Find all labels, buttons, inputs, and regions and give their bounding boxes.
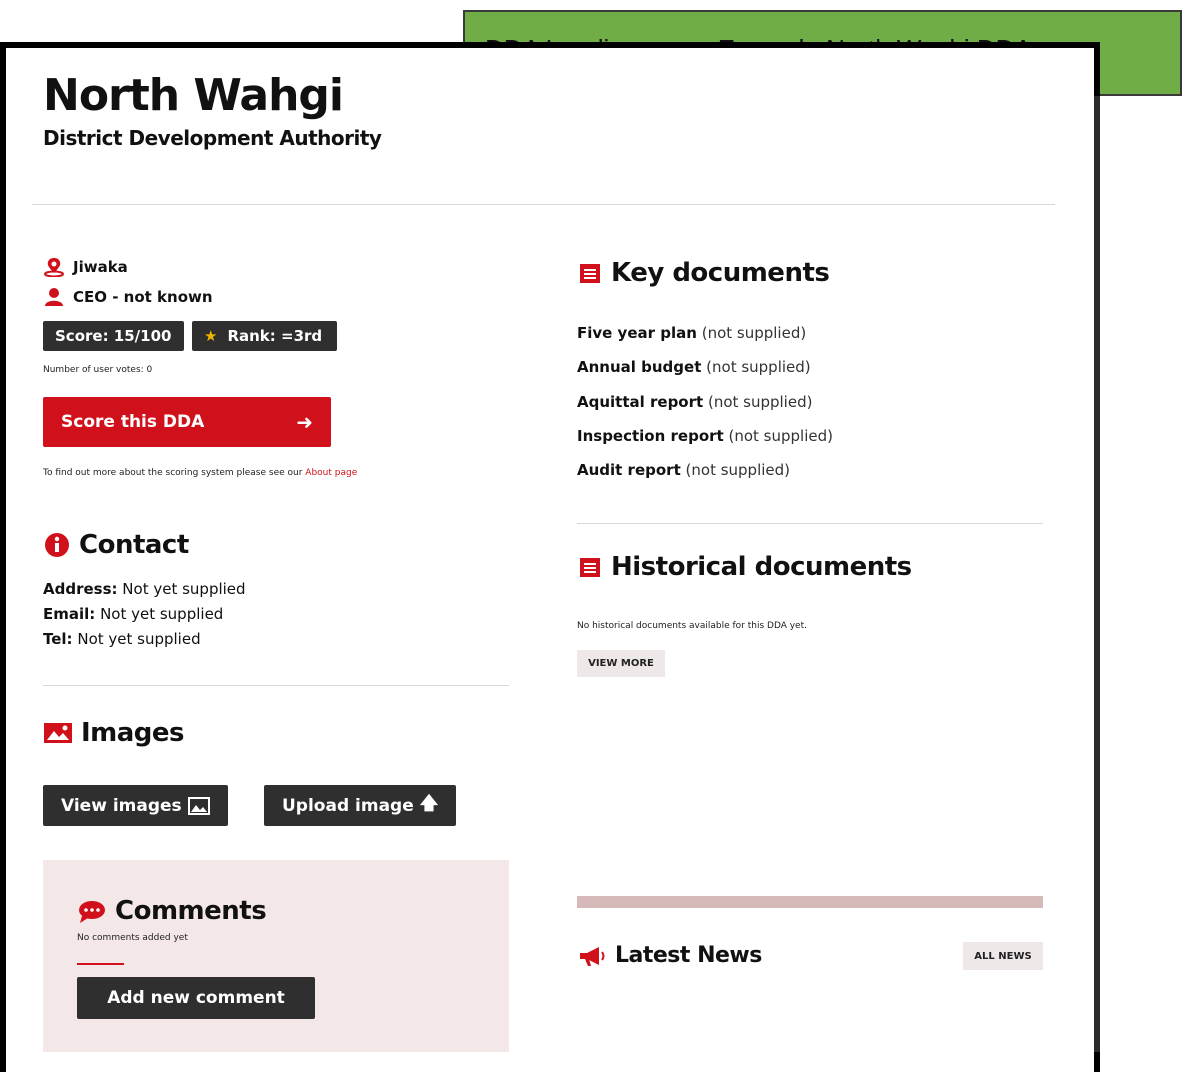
contact-email-value: Not yet supplied bbox=[100, 605, 224, 623]
no-historical-docs-text: No historical documents available for th… bbox=[577, 621, 807, 631]
view-more-label: VIEW MORE bbox=[588, 658, 654, 669]
map-marker-icon bbox=[44, 258, 64, 277]
add-comment-button[interactable]: Add new comment bbox=[77, 977, 315, 1019]
document-icon bbox=[580, 558, 600, 577]
contact-address-value: Not yet supplied bbox=[122, 580, 246, 598]
image-icon bbox=[187, 796, 210, 815]
key-documents-divider bbox=[577, 523, 1043, 524]
doc-status: (not supplied) bbox=[707, 393, 813, 411]
historical-documents-heading: Historical documents bbox=[577, 552, 912, 582]
contact-address: Address: Not yet supplied bbox=[43, 580, 246, 598]
page-subtitle: District Development Authority bbox=[43, 126, 382, 150]
images-heading-label: Images bbox=[81, 718, 185, 748]
contact-divider bbox=[43, 685, 509, 686]
rank-badge-label: Rank: =3rd bbox=[227, 327, 323, 345]
contact-tel-label: Tel: bbox=[43, 630, 73, 648]
ceo-row: CEO - not known bbox=[43, 287, 213, 307]
province-label: Jiwaka bbox=[73, 258, 128, 276]
contact-heading-label: Contact bbox=[79, 530, 189, 560]
doc-annual-budget[interactable]: Annual budget (not supplied) bbox=[577, 358, 811, 376]
add-comment-label: Add new comment bbox=[107, 988, 285, 1008]
images-heading: Images bbox=[43, 718, 185, 748]
header-divider bbox=[32, 204, 1055, 205]
frame-shadow bbox=[1094, 96, 1100, 1052]
user-icon bbox=[45, 288, 63, 306]
key-documents-label: Key documents bbox=[611, 258, 830, 288]
doc-status: (not supplied) bbox=[728, 427, 833, 445]
doc-name: Aquittal report bbox=[577, 393, 704, 411]
arrow-right-icon: ➜ bbox=[296, 410, 313, 434]
view-more-button[interactable]: VIEW MORE bbox=[577, 650, 665, 677]
contact-tel-value: Not yet supplied bbox=[77, 630, 201, 648]
star-icon: ★ bbox=[204, 327, 218, 345]
upload-image-label: Upload image bbox=[282, 795, 414, 816]
comment-icon bbox=[79, 901, 105, 923]
image-icon bbox=[44, 723, 72, 743]
doc-status: (not supplied) bbox=[701, 324, 807, 342]
doc-name: Inspection report bbox=[577, 427, 724, 445]
upload-image-button[interactable]: Upload image 🡅 bbox=[264, 785, 457, 826]
contact-tel: Tel: Not yet supplied bbox=[43, 630, 201, 648]
ceo-label: CEO - not known bbox=[73, 288, 213, 306]
historical-documents-label: Historical documents bbox=[611, 552, 912, 582]
all-news-label: ALL NEWS bbox=[974, 950, 1032, 962]
no-comments-text: No comments added yet bbox=[77, 933, 188, 943]
comments-heading-label: Comments bbox=[115, 896, 267, 926]
view-images-button[interactable]: View images bbox=[43, 785, 228, 826]
about-note-text: To find out more about the scoring syste… bbox=[43, 468, 306, 478]
doc-aquittal-report[interactable]: Aquittal report (not supplied) bbox=[577, 393, 812, 411]
doc-five-year-plan[interactable]: Five year plan (not supplied) bbox=[577, 324, 806, 342]
document-icon bbox=[580, 264, 600, 283]
doc-name: Audit report bbox=[577, 461, 681, 479]
votes-count: Number of user votes: 0 bbox=[43, 365, 153, 375]
view-images-label: View images bbox=[61, 795, 182, 816]
news-divider-bar bbox=[577, 896, 1043, 908]
score-badge-label: Score: 15/100 bbox=[55, 327, 172, 345]
contact-email-label: Email: bbox=[43, 605, 96, 623]
doc-status: (not supplied) bbox=[706, 358, 811, 376]
doc-inspection-report[interactable]: Inspection report (not supplied) bbox=[577, 427, 833, 445]
score-badge: Score: 15/100 bbox=[43, 321, 184, 351]
latest-news-label: Latest News bbox=[615, 943, 762, 968]
contact-heading: Contact bbox=[43, 530, 189, 560]
arrow-up-icon: 🡅 bbox=[419, 792, 439, 814]
score-dda-button[interactable]: Score this DDA ➜ bbox=[43, 397, 331, 447]
doc-audit-report[interactable]: Audit report (not supplied) bbox=[577, 461, 790, 479]
doc-name: Five year plan bbox=[577, 324, 697, 342]
comments-panel: Comments No comments added yet Add new c… bbox=[43, 860, 509, 1052]
comments-heading: Comments bbox=[77, 896, 267, 926]
info-icon bbox=[45, 533, 69, 557]
score-dda-button-label: Score this DDA bbox=[61, 412, 205, 432]
about-page-link[interactable]: About page bbox=[305, 468, 357, 478]
megaphone-icon bbox=[580, 946, 605, 966]
key-documents-heading: Key documents bbox=[577, 258, 830, 288]
all-news-button[interactable]: ALL NEWS bbox=[963, 942, 1043, 970]
doc-status: (not supplied) bbox=[685, 461, 791, 479]
latest-news-heading: Latest News bbox=[577, 943, 762, 968]
contact-email: Email: Not yet supplied bbox=[43, 605, 223, 623]
comments-accent-line bbox=[77, 963, 124, 965]
about-note: To find out more about the scoring syste… bbox=[43, 468, 357, 478]
page-title: North Wahgi bbox=[43, 70, 344, 121]
rank-badge: ★ Rank: =3rd bbox=[192, 321, 337, 351]
doc-name: Annual budget bbox=[577, 358, 702, 376]
province-row: Jiwaka bbox=[43, 257, 128, 277]
contact-address-label: Address: bbox=[43, 580, 118, 598]
